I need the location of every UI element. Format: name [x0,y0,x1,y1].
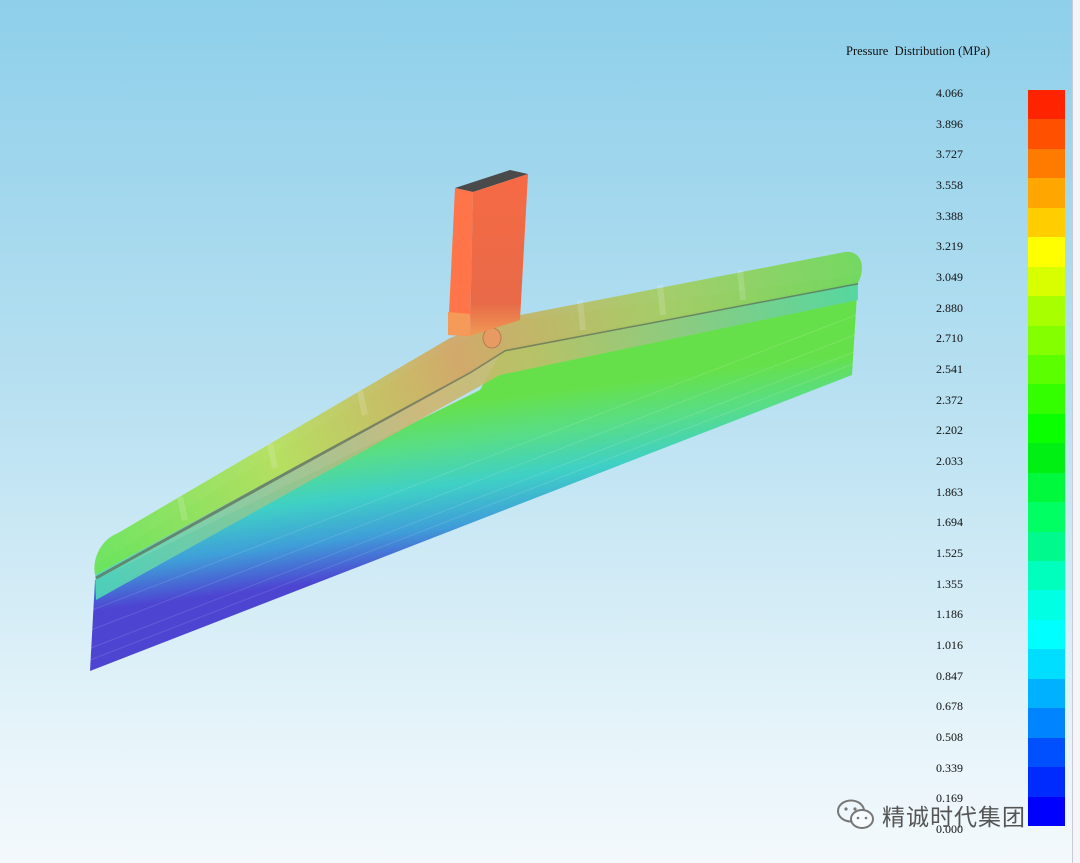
legend-color-band [1028,384,1065,415]
legend-value: 1.694 [936,515,963,530]
legend-value: 4.066 [936,86,963,100]
legend-title: Pressure Distribution (MPa) [846,44,991,58]
watermark: 精诚时代集团 [836,798,1026,832]
legend-color-band [1028,119,1065,150]
legend-color-band [1028,531,1065,562]
legend-color-band [1028,619,1065,650]
legend-value: 0.339 [936,760,963,775]
legend-value: 1.186 [936,607,963,622]
legend-color-band [1028,737,1065,768]
legend-value: 3.219 [936,239,963,254]
legend-value: 2.033 [936,454,963,468]
legend-color-band [1028,796,1065,827]
legend-value: 1.355 [936,576,963,591]
legend-color-band [1028,413,1065,444]
gate [482,327,502,349]
legend-value: 3.558 [936,178,963,192]
legend-color-band [1028,767,1065,798]
legend-value: 0.508 [936,730,963,744]
legend-value: 2.541 [936,362,963,376]
legend-color-band [1028,325,1065,356]
legend-value: 1.525 [936,546,963,560]
legend-color-band [1028,354,1065,385]
legend-value: 1.016 [936,638,963,652]
color-scale-bar [1028,90,1065,827]
legend-color-band [1028,561,1065,591]
legend-color-band [1028,237,1065,268]
legend-color-band [1028,502,1065,533]
legend-value: 0.847 [936,668,963,683]
legend-value: 3.388 [936,208,963,223]
legend-value: 2.372 [936,392,963,407]
legend-color-band [1028,590,1065,621]
legend-value: 2.880 [936,300,963,315]
legend-color-band [1028,90,1065,120]
legend-color-band [1028,148,1065,179]
legend-color-band [1028,708,1065,739]
legend-value: 1.863 [936,484,963,499]
legend-value: 2.710 [936,331,963,346]
wechat-icon [837,799,874,829]
sprue-side [470,174,528,336]
legend-color-band [1028,678,1065,709]
legend-color-band [1028,443,1065,474]
watermark-text: 精诚时代集团 [882,805,1026,831]
legend-value: 3.049 [936,270,963,284]
legend-value: 3.727 [936,147,963,162]
legend-value: 0.678 [936,699,963,714]
window-border [1072,0,1080,863]
legend-color-band [1028,178,1065,209]
legend-color-band [1028,296,1065,327]
legend-value: 2.202 [936,423,963,438]
legend-color-band [1028,266,1065,297]
model-viewport[interactable]: Pressure Distribution (MPa) 4.066 3.896 3.… [0,0,1072,863]
legend-color-band [1028,649,1065,680]
sprue-base [448,312,470,336]
legend-value: 3.896 [936,116,963,131]
legend-color-band [1028,207,1065,238]
legend-color-band [1028,472,1065,503]
